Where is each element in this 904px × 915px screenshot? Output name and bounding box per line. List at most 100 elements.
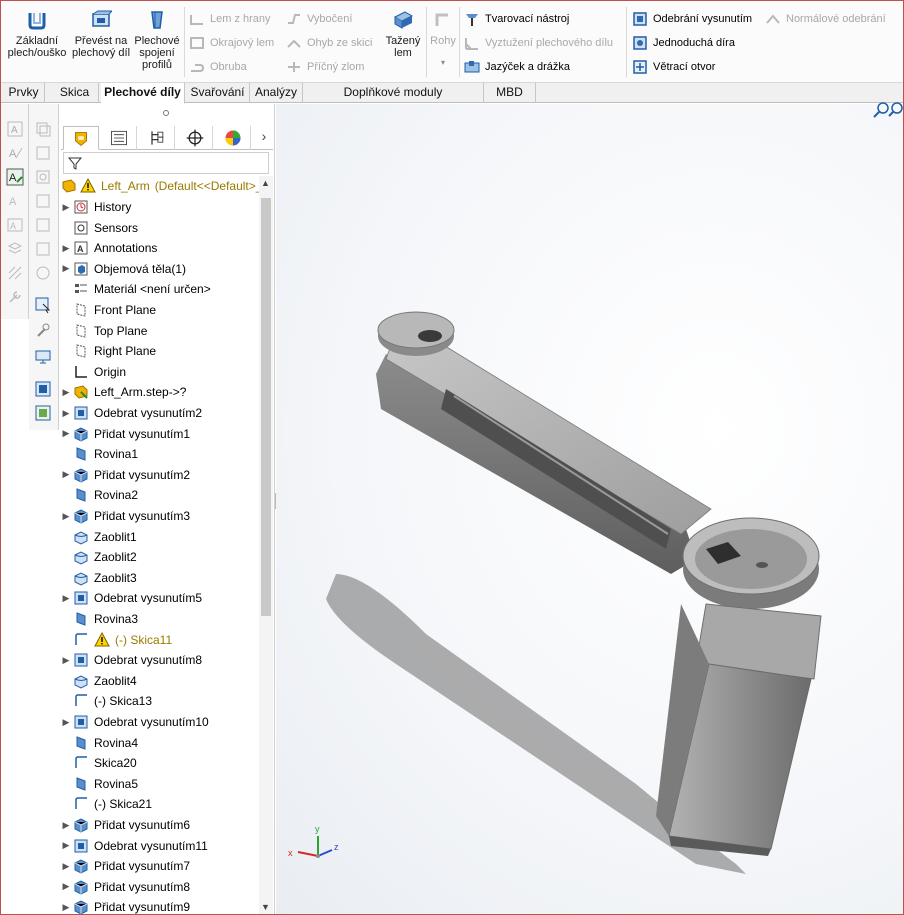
tree-node[interactable]: ▶ A Annotations [59, 238, 259, 258]
expand-arrow-icon[interactable]: ▶ [59, 387, 73, 398]
tab-configuration-manager[interactable] [139, 126, 175, 150]
annotation-tool-icon[interactable]: A [6, 144, 24, 162]
tab-sheet-metal[interactable]: Plechové díly [101, 83, 185, 104]
tree-node[interactable]: (-) Skica21 [59, 794, 259, 814]
tree-node[interactable]: ▶ Objemová těla(1) [59, 259, 259, 279]
expand-arrow-icon[interactable]: ▶ [59, 840, 73, 851]
normal-cut-button[interactable]: Normálové odebrání [765, 9, 886, 29]
expand-arrow-icon[interactable]: ▶ [59, 511, 73, 522]
tree-root-node[interactable]: Left_Arm (Default<<Default>_ [59, 176, 259, 196]
break-view-icon[interactable] [34, 192, 52, 210]
select-tool-icon[interactable] [34, 296, 52, 314]
base-flange-button[interactable]: Základní plech/ouško [5, 9, 69, 59]
tree-node[interactable]: Origin [59, 362, 259, 382]
expand-arrow-icon[interactable]: ▶ [59, 263, 73, 274]
alternate-position-icon[interactable] [34, 240, 52, 258]
tree-node[interactable]: Zaoblit3 [59, 568, 259, 588]
view-palette-icon[interactable] [34, 380, 52, 398]
expand-arrow-icon[interactable]: ▶ [59, 428, 73, 439]
hem-button[interactable]: Obruba [189, 57, 247, 77]
tree-node[interactable]: ▶ Přidat vysunutím7 [59, 856, 259, 876]
copy-icon[interactable] [34, 120, 52, 138]
tree-node[interactable]: Skica20 [59, 753, 259, 773]
tab-and-slot-button[interactable]: Jazýček a drážka [464, 57, 570, 77]
tab-property-manager[interactable] [101, 126, 137, 150]
tree-node[interactable]: ▶ Přidat vysunutím9 [59, 897, 259, 914]
model-view-icon[interactable] [34, 404, 52, 422]
text-tool-icon[interactable]: A [6, 120, 24, 138]
expand-arrow-icon[interactable]: ▶ [59, 717, 73, 728]
scroll-down-icon[interactable]: ▼ [261, 902, 270, 912]
tree-node[interactable]: Zaoblit1 [59, 527, 259, 547]
miter-flange-button[interactable]: Okrajový lem [189, 33, 274, 53]
tab-display-manager[interactable] [215, 126, 251, 150]
tree-node[interactable]: Rovina5 [59, 774, 259, 794]
tree-node[interactable]: Right Plane [59, 341, 259, 361]
expand-arrow-icon[interactable]: ▶ [59, 820, 73, 831]
note-tool-icon[interactable]: A [6, 192, 24, 210]
tree-node[interactable]: ▶ Odebrat vysunutím11 [59, 836, 259, 856]
expand-arrow-icon[interactable]: ▶ [59, 408, 73, 419]
tree-node[interactable]: (-) Skica11 [59, 630, 259, 650]
expand-arrow-icon[interactable]: ▶ [59, 881, 73, 892]
tree-node[interactable]: Rovina1 [59, 444, 259, 464]
rotate-view-icon[interactable] [34, 264, 52, 282]
scroll-up-icon[interactable]: ▲ [261, 178, 270, 188]
lofted-bend-button[interactable]: Plechové spojení profilů [131, 9, 183, 71]
expand-arrow-icon[interactable]: ▶ [59, 861, 73, 872]
options-tool-icon[interactable] [34, 322, 52, 340]
panel-collapse-handle[interactable] [163, 110, 169, 116]
vent-button[interactable]: Větrací otvor [632, 57, 715, 77]
tree-node[interactable]: Materiál <není určen> [59, 279, 259, 299]
sketched-bend-button[interactable]: Ohyb ze skici [286, 33, 372, 53]
tab-sketch[interactable]: Skica [51, 83, 99, 103]
cross-break-button[interactable]: Příčný zlom [286, 57, 364, 77]
tree-node[interactable]: ▶ Left_Arm.step->? [59, 382, 259, 402]
tree-node[interactable]: Top Plane [59, 321, 259, 341]
expand-arrow-icon[interactable]: ▶ [59, 655, 73, 666]
detail-view-icon[interactable] [34, 168, 52, 186]
tree-node[interactable]: Rovina3 [59, 609, 259, 629]
section-view-icon[interactable] [34, 144, 52, 162]
forming-tool-button[interactable]: Tvarovací nástroj [464, 9, 569, 29]
tab-weldments[interactable]: Svařování [186, 83, 250, 103]
tree-scrollbar[interactable]: ▲ ▼ [259, 176, 273, 914]
expand-arrow-icon[interactable]: ▶ [59, 902, 73, 913]
tree-node[interactable]: ▶ Odebrat vysunutím2 [59, 403, 259, 423]
tree-node[interactable]: Rovina2 [59, 485, 259, 505]
convert-to-sheet-metal-button[interactable]: Převést na plechový díl [71, 9, 131, 59]
tab-solidworks-addins[interactable]: Doplňkové moduly SOLIDWORKS [303, 83, 484, 118]
tree-node[interactable]: Front Plane [59, 300, 259, 320]
tabs-scroll-right-icon[interactable]: › [257, 128, 271, 148]
tree-node[interactable]: Sensors [59, 218, 259, 238]
expand-arrow-icon[interactable]: ▶ [59, 243, 73, 254]
tree-node[interactable]: ▶ History [59, 197, 259, 217]
tree-node[interactable]: Zaoblit2 [59, 547, 259, 567]
hatch-icon[interactable] [6, 264, 24, 282]
tab-evaluate[interactable]: Analýzy [250, 83, 303, 103]
tab-feature-tree[interactable] [63, 126, 99, 150]
simple-hole-button[interactable]: Jednoduchá díra [632, 33, 735, 53]
tree-filter-box[interactable] [63, 152, 269, 174]
smart-text-icon[interactable]: A [6, 168, 24, 186]
edge-flange-button[interactable]: Lem z hrany [189, 9, 271, 29]
tree-node[interactable]: ▶ Přidat vysunutím1 [59, 424, 259, 444]
tree-node[interactable]: ▶ Přidat vysunutím2 [59, 465, 259, 485]
layer-icon[interactable] [6, 240, 24, 258]
tree-node[interactable]: ▶ Přidat vysunutím8 [59, 877, 259, 897]
tab-features[interactable]: Prvky [3, 83, 45, 103]
tree-node[interactable]: Zaoblit4 [59, 671, 259, 691]
graphics-area[interactable]: y x z [276, 102, 903, 914]
wrench-icon[interactable] [6, 288, 24, 306]
scrollbar-thumb[interactable] [261, 198, 271, 616]
display-tool-icon[interactable] [34, 348, 52, 366]
corners-button[interactable]: Rohy ▾ [427, 9, 459, 69]
expand-arrow-icon[interactable]: ▶ [59, 202, 73, 213]
tab-dimxpert-manager[interactable] [177, 126, 213, 150]
tree-node[interactable]: ▶ Přidat vysunutím6 [59, 815, 259, 835]
sheet-metal-gusset-button[interactable]: Vyztužení plechového dílu [464, 33, 613, 53]
tree-node[interactable]: (-) Skica13 [59, 691, 259, 711]
crop-view-icon[interactable] [34, 216, 52, 234]
text-box-icon[interactable]: A [6, 216, 24, 234]
tree-node[interactable]: ▶ Odebrat vysunutím5 [59, 588, 259, 608]
